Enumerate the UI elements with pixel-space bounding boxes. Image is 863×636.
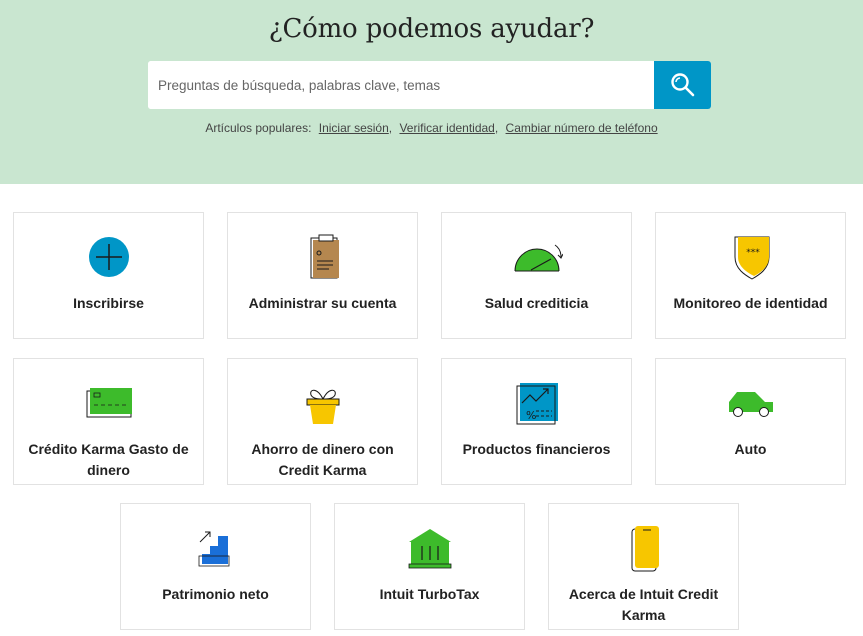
popular-link-verify-identity[interactable]: Verificar identidad [399,121,494,135]
separator: , [494,121,499,135]
car-icon [723,379,779,427]
card-salud-crediticia[interactable]: Salud crediticia [441,212,632,339]
svg-text:***: *** [746,248,760,258]
card-label: Ahorro de dinero con Credit Karma [251,441,394,478]
card-administrar-cuenta[interactable]: Administrar su cuenta [227,212,418,339]
separator: , [388,121,393,135]
shield-icon: *** [723,233,779,281]
card-patrimonio-neto[interactable]: Patrimonio neto [120,503,311,630]
search-bar [148,61,711,109]
clipboard-icon [295,233,351,281]
card-label: Monitoreo de identidad [673,295,828,311]
search-input[interactable] [148,61,654,109]
chart-percent-icon: % [509,379,565,427]
card-label: Intuit TurboTax [379,586,480,602]
card-monitoreo-identidad[interactable]: *** Monitoreo de identidad [655,212,846,339]
card-label: Patrimonio neto [162,586,269,602]
hero-section: ¿Cómo podemos ayudar? Artículos populare… [0,0,863,184]
card-icon [81,379,137,427]
card-label: Inscribirse [73,295,144,311]
card-intuit-turbotax[interactable]: Intuit TurboTax [334,503,525,630]
card-label: Salud crediticia [484,295,589,311]
phone-icon [616,524,672,572]
card-label: Acerca de Intuit Credit Karma [568,586,719,623]
popular-link-change-phone[interactable]: Cambiar número de teléfono [506,121,658,135]
page-title: ¿Cómo podemos ayudar? [268,14,595,44]
card-label: Crédito Karma Gasto de dinero [28,441,189,478]
gauge-icon [509,233,565,281]
card-productos-financieros[interactable]: % Productos financieros [441,358,632,485]
card-ahorro-dinero[interactable]: Ahorro de dinero con Credit Karma [227,358,418,485]
popular-label: Artículos populares: [205,121,312,135]
plant-pot-icon [295,379,351,427]
card-label: Administrar su cuenta [248,295,397,311]
card-credito-karma-gasto[interactable]: Crédito Karma Gasto de dinero [13,358,204,485]
card-label: Productos financieros [462,441,611,457]
search-icon [670,73,694,97]
bank-icon [402,524,458,572]
svg-text:%: % [526,409,536,422]
plus-circle-icon [81,233,137,281]
search-button[interactable] [654,61,711,109]
card-label: Auto [734,441,767,457]
popular-articles: Artículos populares: Iniciar sesión, Ver… [0,121,863,135]
card-inscribirse[interactable]: Inscribirse [13,212,204,339]
card-auto[interactable]: Auto [655,358,846,485]
popular-link-login[interactable]: Iniciar sesión [319,121,389,135]
card-acerca-intuit-credit-karma[interactable]: Acerca de Intuit Credit Karma [548,503,739,630]
bar-growth-icon [188,524,244,572]
